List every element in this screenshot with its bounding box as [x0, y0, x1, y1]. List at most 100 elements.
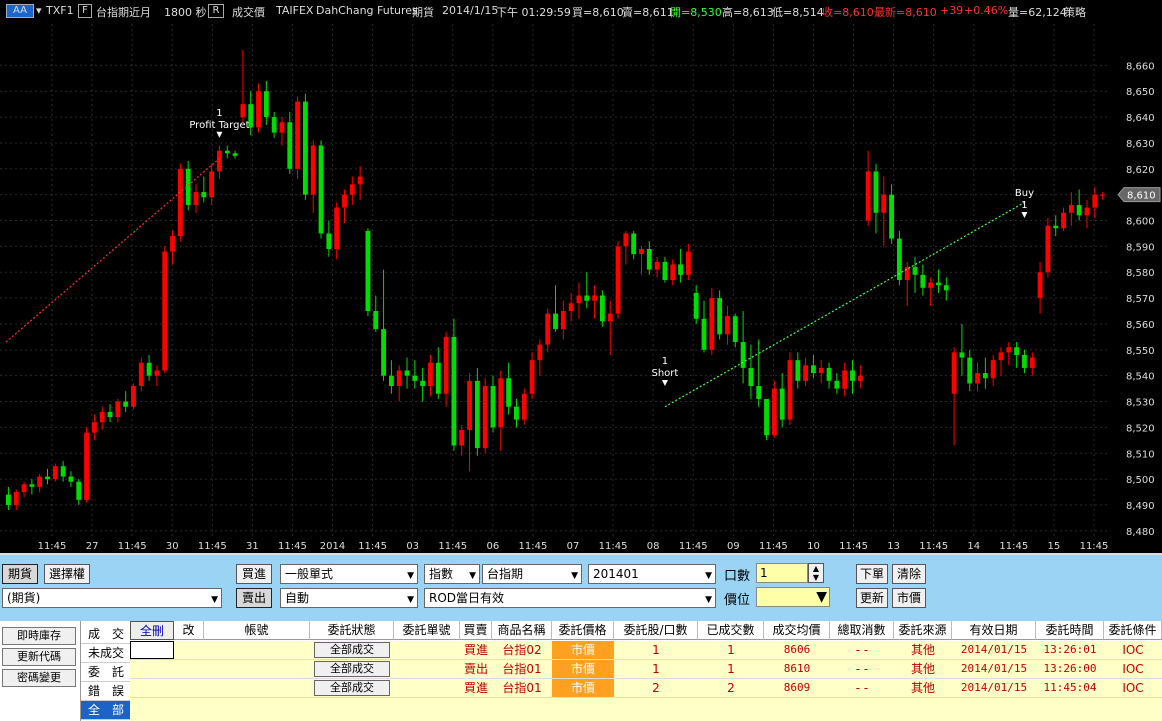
- candle-body[interactable]: [209, 171, 215, 198]
- candle-body[interactable]: [811, 365, 816, 374]
- candle-body[interactable]: [662, 261, 668, 280]
- candle-body[interactable]: [1076, 205, 1082, 216]
- candle-body[interactable]: [404, 370, 410, 376]
- update-code-button[interactable]: 更新代碼: [2, 648, 76, 666]
- candle-body[interactable]: [357, 176, 363, 185]
- candle-body[interactable]: [818, 367, 824, 374]
- candle-body[interactable]: [1006, 347, 1012, 353]
- candle-body[interactable]: [756, 386, 762, 399]
- candle-body[interactable]: [37, 476, 43, 487]
- candle-body[interactable]: [232, 153, 238, 156]
- candlestick-chart[interactable]: 1Profit Target1ShortBuy1 8,4808,4908,500…: [0, 24, 1162, 553]
- inventory-button[interactable]: 即時庫存: [2, 627, 76, 645]
- candle-body[interactable]: [224, 150, 230, 154]
- candle-body[interactable]: [60, 466, 66, 477]
- candle-body[interactable]: [537, 344, 543, 361]
- strategy-label[interactable]: 策略: [1064, 4, 1086, 20]
- product-select[interactable]: 台指期 ▼: [482, 564, 582, 584]
- candle-body[interactable]: [701, 318, 707, 350]
- candle-body[interactable]: [131, 386, 136, 407]
- candle-body[interactable]: [467, 380, 472, 430]
- candle-body[interactable]: [1068, 205, 1074, 213]
- candle-body[interactable]: [693, 292, 699, 319]
- candle-body[interactable]: [709, 298, 715, 350]
- candle-body[interactable]: [850, 370, 855, 381]
- candle-body[interactable]: [576, 295, 582, 304]
- candle-body[interactable]: [388, 375, 394, 387]
- candle-body[interactable]: [381, 329, 386, 376]
- candle-body[interactable]: [826, 367, 832, 381]
- selected-cell[interactable]: [130, 641, 174, 659]
- candle-body[interactable]: [498, 378, 504, 428]
- candle-body[interactable]: [654, 261, 660, 270]
- candle-body[interactable]: [568, 303, 574, 312]
- candle-body[interactable]: [396, 370, 402, 387]
- candle-body[interactable]: [170, 236, 175, 252]
- account-type-select[interactable]: (期貨) ▼: [2, 588, 222, 608]
- candle-body[interactable]: [287, 122, 293, 169]
- candle-body[interactable]: [1061, 212, 1066, 229]
- candle-body[interactable]: [881, 194, 887, 213]
- submit-order-button[interactable]: 下單: [856, 564, 888, 584]
- candle-body[interactable]: [451, 336, 457, 446]
- candle-body[interactable]: [271, 117, 277, 133]
- candle-body[interactable]: [920, 274, 926, 288]
- candle-body[interactable]: [529, 360, 535, 394]
- candle-body[interactable]: [787, 360, 793, 420]
- candle-body[interactable]: [123, 401, 129, 407]
- candle-body[interactable]: [1029, 357, 1035, 368]
- candle-body[interactable]: [138, 362, 144, 387]
- candle-body[interactable]: [990, 360, 996, 379]
- candle-body[interactable]: [68, 476, 74, 482]
- candle-body[interactable]: [1053, 225, 1059, 229]
- candle-body[interactable]: [928, 282, 934, 288]
- candle-body[interactable]: [1084, 207, 1090, 216]
- candle-body[interactable]: [678, 264, 683, 275]
- candle-body[interactable]: [732, 316, 738, 343]
- candle-body[interactable]: [107, 411, 113, 418]
- candle-body[interactable]: [514, 406, 519, 420]
- candle-body[interactable]: [45, 476, 50, 480]
- candle-body[interactable]: [936, 282, 941, 286]
- candle-body[interactable]: [201, 192, 207, 198]
- candle-body[interactable]: [1037, 272, 1043, 299]
- tab-futures[interactable]: 期貨: [2, 564, 38, 584]
- change-password-button[interactable]: 密碼變更: [2, 669, 76, 687]
- candle-body[interactable]: [951, 352, 957, 394]
- candle-body[interactable]: [373, 311, 379, 330]
- candle-body[interactable]: [631, 233, 637, 255]
- qty-stepper[interactable]: ▲ ▼: [808, 563, 824, 583]
- candle-body[interactable]: [1092, 194, 1098, 208]
- candle-body[interactable]: [459, 429, 465, 446]
- candle-body[interactable]: [803, 365, 809, 381]
- candle-body[interactable]: [584, 295, 590, 301]
- candle-body[interactable]: [873, 171, 879, 213]
- name-box[interactable]: F: [78, 4, 92, 18]
- candle-body[interactable]: [771, 388, 777, 436]
- candle-body[interactable]: [177, 168, 183, 237]
- candle-body[interactable]: [420, 380, 426, 387]
- rod-select[interactable]: ROD當日有效 ▼: [424, 588, 716, 608]
- sell-button[interactable]: 賣出: [236, 588, 272, 608]
- delete-all-button[interactable]: 全刪: [130, 621, 174, 640]
- candle-body[interactable]: [725, 316, 730, 335]
- candle-body[interactable]: [748, 367, 754, 387]
- category-unfilled[interactable]: 未成交: [81, 644, 131, 663]
- candle-body[interactable]: [1014, 347, 1020, 355]
- candle-body[interactable]: [857, 375, 863, 381]
- category-filled[interactable]: 成 交: [81, 625, 131, 644]
- market-price-button[interactable]: 市價: [892, 588, 926, 608]
- candle-body[interactable]: [349, 184, 355, 195]
- candle-body[interactable]: [76, 481, 82, 500]
- candle-body[interactable]: [545, 313, 551, 345]
- candle-body[interactable]: [185, 168, 191, 206]
- candle-body[interactable]: [1100, 194, 1106, 196]
- auto-select[interactable]: 自動 ▼: [280, 588, 418, 608]
- chevron-down-icon[interactable]: ▼: [816, 588, 827, 606]
- candle-body[interactable]: [474, 380, 480, 449]
- candle-body[interactable]: [670, 264, 676, 280]
- status-button[interactable]: 全部成交: [314, 642, 390, 658]
- candle-body[interactable]: [506, 378, 512, 407]
- candle-body[interactable]: [295, 101, 301, 169]
- candle-body[interactable]: [842, 370, 848, 389]
